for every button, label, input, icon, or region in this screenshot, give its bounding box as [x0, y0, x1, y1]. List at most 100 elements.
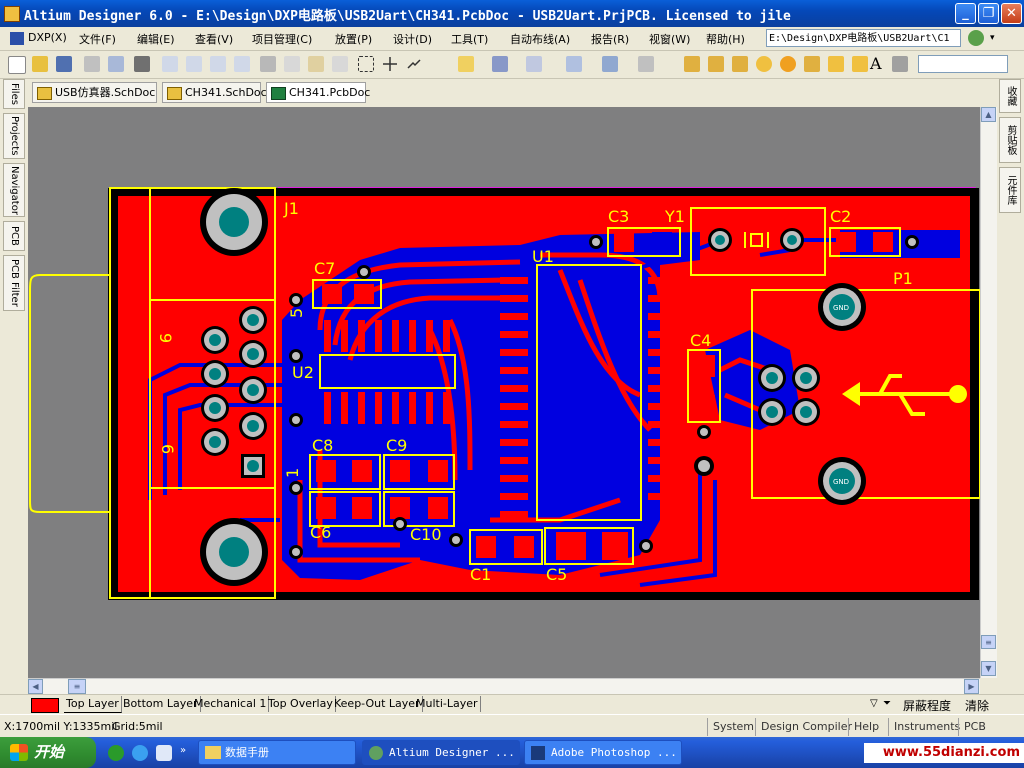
- place-line-icon[interactable]: [684, 56, 700, 72]
- layer-tab-top-overlay[interactable]: Top Overlay: [266, 696, 336, 712]
- menu-view[interactable]: 查看(V): [195, 31, 233, 47]
- place-pad-icon[interactable]: [756, 56, 772, 72]
- task-datasheet[interactable]: 数据手册: [198, 740, 356, 765]
- current-layer-swatch[interactable]: [31, 698, 59, 713]
- place-track-icon[interactable]: [708, 56, 724, 72]
- maximize-button[interactable]: ❐: [978, 3, 999, 24]
- internet-explorer-icon[interactable]: [132, 745, 148, 761]
- toolbar-combo[interactable]: [918, 55, 1008, 73]
- interactive-route-icon[interactable]: [458, 56, 474, 72]
- panel-tab-libraries[interactable]: 元件库: [999, 167, 1021, 213]
- menu-project[interactable]: 项目管理(C): [252, 31, 312, 47]
- panel-button-help[interactable]: Help: [848, 718, 879, 736]
- room-icon[interactable]: [602, 56, 618, 72]
- select-area-icon[interactable]: [358, 56, 374, 72]
- menu-tools[interactable]: 工具(T): [451, 31, 488, 47]
- panel-tab-favorites[interactable]: 收藏: [999, 79, 1021, 113]
- menu-file[interactable]: 文件(F): [79, 31, 116, 47]
- layers-icon[interactable]: [134, 56, 150, 72]
- print-preview-icon[interactable]: [108, 56, 124, 72]
- mask-level-button[interactable]: 屏蔽程度: [903, 697, 951, 714]
- print-icon[interactable]: [84, 56, 100, 72]
- text-style-icon[interactable]: [526, 56, 542, 72]
- task-photoshop[interactable]: Adobe Photoshop ...: [524, 740, 682, 765]
- quicklaunch-more-icon[interactable]: »: [180, 745, 186, 756]
- clear-button[interactable]: 清除: [965, 697, 989, 714]
- layer-tab-multi[interactable]: Multi-Layer: [414, 696, 481, 712]
- zoom-selected-icon[interactable]: [210, 56, 226, 72]
- place-arc-icon[interactable]: [732, 56, 748, 72]
- pcb-canvas[interactable]: J1 C7 U2 C8 C9 C6 C10 U1 C3 Y1 C2 P1 C4 …: [28, 107, 980, 678]
- distribute-icon[interactable]: [566, 56, 582, 72]
- menu-edit[interactable]: 编辑(E): [137, 31, 175, 47]
- scroll-down-button[interactable]: ▼: [981, 661, 996, 676]
- scroll-thumb[interactable]: ≡: [981, 635, 996, 649]
- panel-tab-files[interactable]: Files: [3, 79, 25, 109]
- menu-dxp[interactable]: DXP(X): [28, 31, 67, 44]
- path-field[interactable]: E:\Design\DXP电路板\USB2Uart\C1: [766, 29, 961, 47]
- panel-tab-pcb-filter[interactable]: PCB Filter: [3, 255, 25, 311]
- cap-c1-pad: [476, 536, 496, 558]
- menu-design[interactable]: 设计(D): [393, 31, 432, 47]
- media-player-icon[interactable]: [108, 745, 124, 761]
- doc-tab-ch341-sch[interactable]: CH341.SchDoc: [162, 82, 267, 103]
- scroll-up-button[interactable]: ▲: [981, 107, 996, 122]
- menu-window[interactable]: 视窗(W): [649, 31, 690, 47]
- panel-button-pcb[interactable]: PCB: [958, 718, 986, 736]
- place-component-icon[interactable]: [892, 56, 908, 72]
- panel-button-instruments[interactable]: Instruments: [888, 718, 960, 736]
- place-string-icon[interactable]: [804, 56, 820, 72]
- align-icon[interactable]: [492, 56, 508, 72]
- task-altium[interactable]: Altium Designer ...: [362, 740, 520, 765]
- new-icon[interactable]: [8, 56, 26, 74]
- horizontal-scrollbar[interactable]: ◀ ≡ ▶: [28, 678, 980, 695]
- cut-icon[interactable]: [260, 56, 276, 72]
- panel-tab-clipboard[interactable]: 剪贴板: [999, 117, 1021, 163]
- layer-tab-top[interactable]: Top Layer: [64, 696, 122, 713]
- open-icon[interactable]: [32, 56, 48, 72]
- panel-tab-projects[interactable]: Projects: [3, 113, 25, 159]
- close-button[interactable]: ✕: [1001, 3, 1022, 24]
- zoom-fit-icon[interactable]: [162, 56, 178, 72]
- panel-button-system[interactable]: System: [707, 718, 754, 736]
- rubber-stamp-icon[interactable]: [332, 56, 348, 72]
- layer-tab-keepout[interactable]: Keep-Out Layer: [332, 696, 423, 712]
- menu-autoroute[interactable]: 自动布线(A): [510, 31, 570, 47]
- zoom-area-icon[interactable]: [186, 56, 202, 72]
- move-icon[interactable]: [382, 56, 398, 72]
- grid-icon[interactable]: [638, 56, 654, 72]
- paste-icon[interactable]: [308, 56, 324, 72]
- panel-button-design-compiler[interactable]: Design Compiler: [755, 718, 852, 736]
- back-icon[interactable]: [968, 30, 984, 46]
- vertical-scrollbar[interactable]: ▲ ≡ ▼: [980, 107, 997, 678]
- windows-taskbar: 开始 » 数据手册 Altium Designer ... Adobe Phot…: [0, 737, 1024, 768]
- cap-c7-pad: [322, 284, 342, 304]
- place-via-icon[interactable]: [780, 56, 796, 72]
- save-icon[interactable]: [56, 56, 72, 72]
- copy-icon[interactable]: [284, 56, 300, 72]
- panel-tab-navigator[interactable]: Navigator: [3, 163, 25, 217]
- filter-icon[interactable]: ▽: [870, 698, 878, 709]
- doc-tab-usb-emulator-sch[interactable]: USB仿真器.SchDoc: [32, 82, 157, 103]
- scroll-left-button[interactable]: ◀: [28, 679, 43, 694]
- deselect-icon[interactable]: [406, 56, 422, 72]
- panel-tab-pcb[interactable]: PCB: [3, 221, 25, 251]
- filter-funnel-icon[interactable]: ⏷: [883, 698, 891, 709]
- hscroll-thumb[interactable]: ≡: [68, 679, 86, 694]
- place-fill-icon[interactable]: [828, 56, 844, 72]
- zoom-filter-icon[interactable]: [234, 56, 250, 72]
- scroll-right-button[interactable]: ▶: [964, 679, 979, 694]
- menu-reports[interactable]: 报告(R): [591, 31, 629, 47]
- show-desktop-icon[interactable]: [156, 745, 172, 761]
- start-button[interactable]: 开始: [0, 737, 96, 768]
- doc-tab-ch341-pcb[interactable]: CH341.PcbDoc: [266, 82, 370, 103]
- app-icon[interactable]: [4, 6, 20, 22]
- layer-tab-mechanical-1[interactable]: Mechanical 1: [192, 696, 270, 712]
- place-polygon-icon[interactable]: [852, 56, 868, 72]
- layer-tab-bottom[interactable]: Bottom Layer: [121, 696, 201, 712]
- place-text-icon[interactable]: A: [870, 56, 886, 72]
- back-dropdown-icon[interactable]: ▾: [990, 33, 995, 43]
- menu-place[interactable]: 放置(P): [335, 31, 372, 47]
- menu-help[interactable]: 帮助(H): [706, 31, 745, 47]
- minimize-button[interactable]: _: [955, 3, 976, 24]
